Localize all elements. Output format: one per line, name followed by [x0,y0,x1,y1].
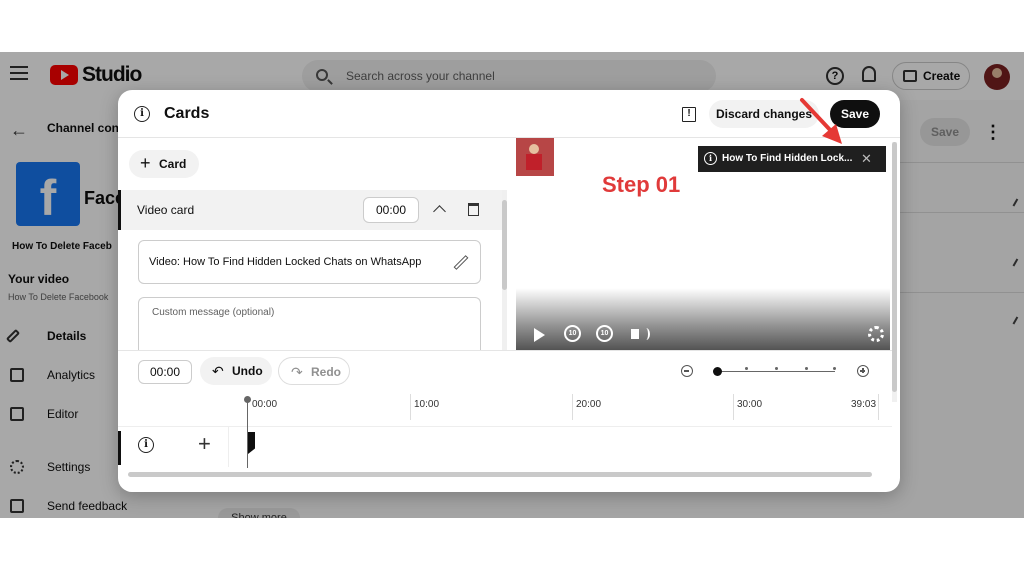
custom-message-placeholder: Custom message (optional) [152,307,275,318]
add-card-button[interactable]: + Card [129,150,199,178]
studio-screen: Studio Search across your channel ? Crea… [0,52,1024,518]
rewind-10-icon[interactable]: 10 [564,325,581,342]
redo-icon: ↷ [291,364,303,380]
custom-message-field[interactable]: Custom message (optional) [138,297,481,351]
red-arrow-annotation [800,98,842,144]
zoom-step-dot [745,367,748,370]
zoom-step-dot [775,367,778,370]
forward-10-icon[interactable]: 10 [596,325,613,342]
timeline-tick-label: 20:00 [576,399,602,410]
info-icon[interactable]: i [134,106,150,122]
card-type-label: Video card [137,203,195,217]
plus-icon: + [140,153,151,173]
timeline-tick-label: 30:00 [737,399,763,410]
step-annotation: Step 01 [602,172,681,197]
volume-icon[interactable] [631,328,650,340]
zoom-in-icon[interactable] [857,365,869,377]
cards-track: i + [118,426,892,467]
zoom-step-dot [805,367,808,370]
play-icon[interactable] [534,328,545,342]
redo-button[interactable]: ↷ Redo [278,357,350,385]
timeline-tick [410,394,411,420]
add-card-plus-icon[interactable]: + [198,431,211,457]
track-selection-bar [118,431,121,465]
undo-label: Undo [232,364,263,378]
add-card-label: Card [159,157,187,171]
timeline-tick-label: 39:03 [851,399,877,410]
zoom-slider[interactable] [713,367,836,376]
timeline-tick-label: 10:00 [414,399,440,410]
redo-label: Redo [311,365,341,379]
cards-dialog: i Cards ! Discard changes Save + Card Vi… [118,90,900,492]
card-teaser[interactable]: i How To Find Hidden Lock... ✕ [698,146,886,172]
info-icon: i [704,152,717,165]
editor-scrollbar[interactable] [502,190,507,350]
timeline-tick [733,394,734,420]
zoom-out-icon[interactable] [681,365,693,377]
info-icon[interactable]: i [138,437,154,453]
preview-frame-thumbnail [516,138,554,176]
gear-icon[interactable] [868,326,884,342]
undo-button[interactable]: ↶ Undo [200,357,272,385]
timeline-scrollbar[interactable] [128,472,872,477]
selected-video-text: Video: How To Find Hidden Locked Chats o… [149,256,422,268]
timeline[interactable]: 00:00 10:00 20:00 30:00 39:03 i + [118,394,892,492]
video-select-field[interactable]: Video: How To Find Hidden Locked Chats o… [138,240,481,284]
zoom-step-dot [833,367,836,370]
card-start-time-input[interactable]: 00:00 [363,197,419,223]
chevron-up-icon[interactable] [433,205,446,218]
dialog-scrollbar[interactable] [892,142,897,402]
track-divider [228,427,229,467]
video-card-row[interactable]: Video card 00:00 [118,190,502,230]
card-editor-pane: + Card Video card 00:00 Video: How To Fi… [118,138,510,351]
timeline-tick [878,394,879,420]
zoom-slider-handle[interactable] [713,367,722,376]
timeline-tick [572,394,573,420]
timeline-tick-label: 00:00 [252,399,278,410]
timeline-toolbar: 00:00 ↶ Undo ↷ Redo [118,350,892,394]
video-preview[interactable]: i How To Find Hidden Lock... ✕ Step 01 1… [516,138,890,350]
pencil-icon[interactable] [453,255,469,270]
current-time-input[interactable]: 00:00 [138,360,192,384]
card-teaser-text: How To Find Hidden Lock... [722,153,853,164]
undo-icon: ↶ [212,363,224,379]
delete-icon[interactable] [468,203,479,216]
feedback-icon[interactable]: ! [682,107,696,122]
dialog-title: Cards [164,105,210,122]
playhead[interactable] [244,396,251,468]
close-icon[interactable]: ✕ [861,146,872,172]
dialog-header: i Cards ! Discard changes Save [118,90,900,138]
